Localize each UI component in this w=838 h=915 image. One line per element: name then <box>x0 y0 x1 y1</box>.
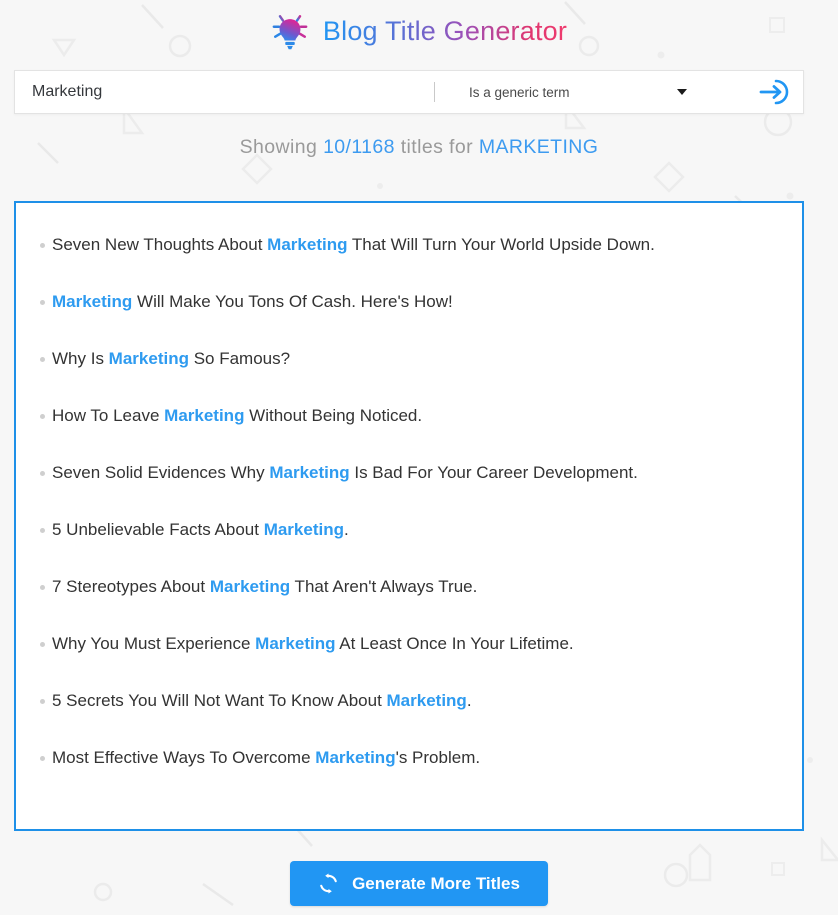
bullet-icon <box>40 471 45 476</box>
title-text: Why Is Marketing So Famous? <box>52 348 290 370</box>
title-text-before: Why You Must Experience <box>52 634 256 654</box>
title-text-before: Seven New Thoughts About <box>52 235 268 255</box>
bullet-icon <box>40 699 45 704</box>
refresh-sync-icon <box>320 873 337 894</box>
bullet-icon <box>40 357 45 362</box>
title-text: Most Effective Ways To Overcome Marketin… <box>52 747 480 769</box>
bullet-icon <box>40 300 45 305</box>
title-text: 5 Unbelievable Facts About Marketing. <box>52 519 349 541</box>
title-list-item[interactable]: Why Is Marketing So Famous? <box>16 331 802 388</box>
title-keyword: Marketing <box>108 349 189 369</box>
title-text-before: Why Is <box>52 349 109 369</box>
submit-search-button[interactable] <box>747 71 803 113</box>
title-text-after: At Least Once In Your Lifetime. <box>335 634 574 654</box>
title-text-after: Is Bad For Your Career Development. <box>349 463 638 483</box>
page-title: Blog Title Generator <box>322 15 568 46</box>
title-keyword: Marketing <box>209 577 291 597</box>
bullet-icon <box>40 243 45 248</box>
title-keyword: Marketing <box>315 748 396 768</box>
status-count: 10/1168 <box>323 136 395 158</box>
title-text: Seven New Thoughts About Marketing That … <box>52 234 655 256</box>
titles-list: Seven New Thoughts About Marketing That … <box>16 217 802 787</box>
title-text-after: . <box>343 520 349 540</box>
title-list-item[interactable]: Marketing Will Make You Tons Of Cash. He… <box>16 274 802 331</box>
title-list-item[interactable]: 5 Secrets You Will Not Want To Know Abou… <box>16 673 802 730</box>
title-keyword: Marketing <box>164 406 245 426</box>
keyword-type-select-wrap: Is a generic term Is a brand/product nam… <box>435 71 747 113</box>
title-keyword: Marketing <box>52 292 133 312</box>
title-list-item[interactable]: 5 Unbelievable Facts About Marketing. <box>16 502 802 559</box>
results-panel[interactable]: Seven New Thoughts About Marketing That … <box>14 201 804 831</box>
title-text-after: That Aren't Always True. <box>290 577 478 597</box>
title-keyword: Marketing <box>267 235 348 255</box>
title-text: Marketing Will Make You Tons Of Cash. He… <box>52 291 453 313</box>
title-text-before: Seven Solid Evidences Why <box>52 463 270 483</box>
status-middle: titles for <box>394 136 479 158</box>
title-list-item[interactable]: Seven New Thoughts About Marketing That … <box>16 217 802 274</box>
title-text: Seven Solid Evidences Why Marketing Is B… <box>52 462 638 484</box>
title-text-after: . <box>466 691 472 711</box>
title-text: 7 Stereotypes About Marketing That Aren'… <box>52 576 477 598</box>
title-list-item[interactable]: How To Leave Marketing Without Being Not… <box>16 388 802 445</box>
title-text-before: 5 Unbelievable Facts About <box>52 520 264 540</box>
title-text: Why You Must Experience Marketing At Lea… <box>52 633 574 655</box>
title-list-item[interactable]: Why You Must Experience Marketing At Lea… <box>16 616 802 673</box>
status-line: Showing 10/1168 titles for MARKETING <box>0 136 838 159</box>
title-keyword: Marketing <box>263 520 344 540</box>
title-list-item[interactable]: 7 Stereotypes About Marketing That Aren'… <box>16 559 802 616</box>
title-text-after: That Will Turn Your World Upside Down. <box>347 235 655 255</box>
title-list-item[interactable]: Seven Solid Evidences Why Marketing Is B… <box>16 445 802 502</box>
title-text-before: 5 Secrets You Will Not Want To Know Abou… <box>52 691 387 711</box>
status-prefix: Showing <box>239 136 324 158</box>
arrow-into-circle-icon <box>759 79 789 105</box>
app-root: Blog Title Generator Is a generic term I… <box>0 0 838 915</box>
title-text: How To Leave Marketing Without Being Not… <box>52 405 422 427</box>
lightbulb-icon <box>272 11 308 50</box>
bullet-icon <box>40 528 45 533</box>
title-text-after: 's Problem. <box>395 748 481 768</box>
title-keyword: Marketing <box>255 634 336 654</box>
title-text: 5 Secrets You Will Not Want To Know Abou… <box>52 690 472 712</box>
bullet-icon <box>40 585 45 590</box>
title-list-item[interactable]: Most Effective Ways To Overcome Marketin… <box>16 730 802 787</box>
title-text-after: So Famous? <box>188 349 291 369</box>
search-bar: Is a generic term Is a brand/product nam… <box>14 70 804 114</box>
keyword-input[interactable] <box>15 72 432 112</box>
app-header: Blog Title Generator <box>0 0 838 62</box>
title-text-before: 7 Stereotypes About <box>52 577 210 597</box>
generate-button-label: Generate More Titles <box>352 873 520 893</box>
title-text-after: Will Make You Tons Of Cash. Here's How! <box>132 292 453 312</box>
title-text-before: Most Effective Ways To Overcome <box>52 748 316 768</box>
generate-more-titles-button[interactable]: Generate More Titles <box>290 861 548 906</box>
footer-actions: Generate More Titles <box>0 861 838 906</box>
keyword-type-select[interactable]: Is a generic term Is a brand/product nam… <box>435 71 747 113</box>
title-keyword: Marketing <box>269 463 350 483</box>
bullet-icon <box>40 756 45 761</box>
title-text-before: How To Leave <box>52 406 165 426</box>
title-keyword: Marketing <box>386 691 467 711</box>
title-text-after: Without Being Noticed. <box>244 406 423 426</box>
status-keyword: MARKETING <box>478 136 599 158</box>
bullet-icon <box>40 642 45 647</box>
bullet-icon <box>40 414 45 419</box>
